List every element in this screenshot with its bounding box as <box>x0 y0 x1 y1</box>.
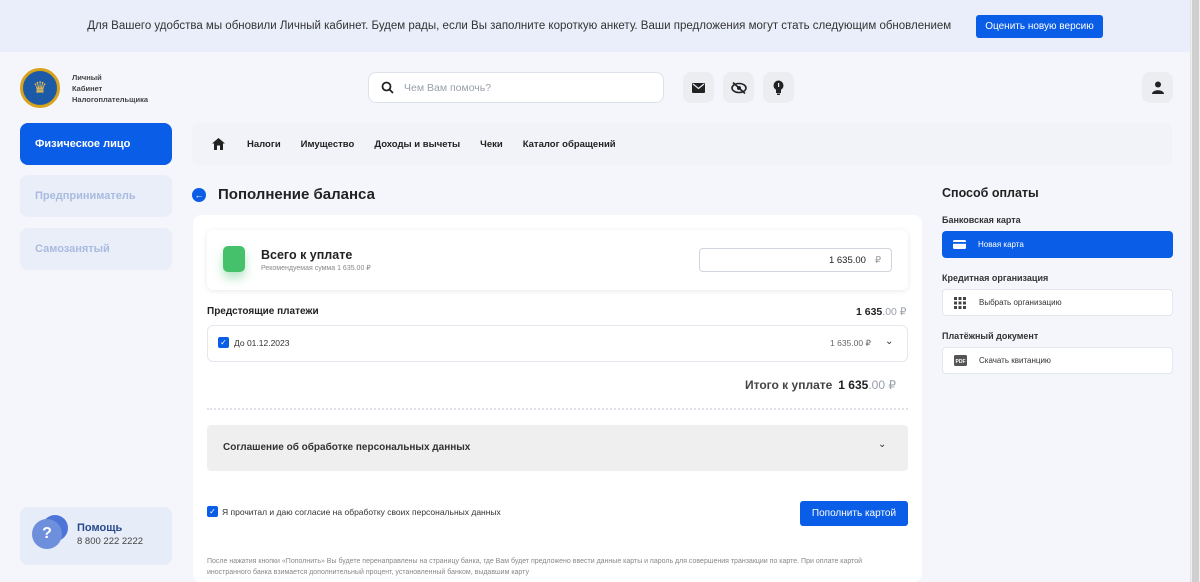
upcoming-payments-label: Предстоящие платежи <box>207 306 319 317</box>
sidebar-item-entrepreneur[interactable]: Предприниматель <box>20 175 172 217</box>
download-receipt-option[interactable]: PDF Скачать квитанцию <box>942 347 1173 374</box>
banner-text: Для Вашего удобства мы обновили Личный к… <box>87 20 952 32</box>
back-arrow-icon[interactable]: ← <box>192 188 206 202</box>
nav-receipts[interactable]: Чеки <box>480 139 503 150</box>
help-widget[interactable]: ? Помощь 8 800 222 2222 <box>20 507 172 565</box>
nav-requests-catalog[interactable]: Каталог обращений <box>523 139 616 150</box>
sidebar-item-individual[interactable]: Физическое лицо <box>20 123 172 165</box>
mail-icon <box>692 82 705 93</box>
question-icon: ? <box>32 519 62 549</box>
nav-taxes[interactable]: Налоги <box>247 139 281 150</box>
chevron-down-icon[interactable]: ⌄ <box>878 439 886 450</box>
help-phone: 8 800 222 2222 <box>77 536 144 547</box>
payment-row[interactable]: ✓ До 01.12.2023 1 635.00 ₽ ⌄ <box>207 325 908 362</box>
agreement-title: Соглашение об обработке персональных дан… <box>223 442 471 453</box>
logo-text: Личный Кабинет Налогоплательщика <box>72 72 148 105</box>
user-icon <box>1151 81 1164 94</box>
svg-text:PDF: PDF <box>955 359 965 365</box>
nav-income-deductions[interactable]: Доходы и вычеты <box>374 139 460 150</box>
consent-label: Я прочитал и даю согласие на обработку с… <box>222 507 501 517</box>
rate-new-version-button[interactable]: Оценить новую версию <box>976 14 1103 38</box>
lightbulb-icon <box>773 80 784 95</box>
logo-line1: Личный <box>72 72 102 82</box>
payment-row-amount: 1 635.00 ₽ <box>830 338 871 348</box>
search-placeholder: Чем Вам помочь? <box>404 81 492 94</box>
scrollbar-thumb[interactable] <box>1192 0 1199 582</box>
grid-icon <box>953 296 967 309</box>
footnote: После нажатия кнопки «Пополнить» Вы буде… <box>207 558 863 576</box>
wallet-icon <box>223 246 245 272</box>
credit-org-label: Кредитная организация <box>942 273 1049 283</box>
payment-checkbox[interactable]: ✓ <box>218 337 229 348</box>
amount-currency: ₽ <box>874 254 881 266</box>
emblem-icon: ♛ <box>20 68 60 108</box>
page-title: Пополнение баланса <box>218 186 375 203</box>
scrollbar[interactable] <box>1190 0 1200 582</box>
download-receipt-label: Скачать квитанцию <box>979 356 1051 365</box>
help-title: Помощь <box>77 522 123 534</box>
itogo: Итого к уплате 1 635.00 ₽ <box>745 378 896 392</box>
total-label: Всего к уплате <box>261 248 353 262</box>
chevron-down-icon[interactable]: ⌄ <box>885 336 893 347</box>
messages-button[interactable] <box>683 72 714 103</box>
upcoming-amount-int: 1 635 <box>856 306 883 318</box>
tips-button[interactable] <box>763 72 794 103</box>
itogo-amount-dec: .00 ₽ <box>868 378 896 392</box>
search-icon <box>381 81 394 94</box>
accessibility-button[interactable] <box>723 72 754 103</box>
amount-value: 1 635.00 <box>828 254 866 266</box>
logo-line2: Кабинет <box>72 83 103 93</box>
choose-organization-label: Выбрать организацию <box>979 298 1062 307</box>
new-card-option[interactable]: Новая карта <box>942 231 1173 258</box>
eye-off-icon <box>730 81 747 94</box>
pdf-icon: PDF <box>953 355 967 366</box>
consent-checkbox[interactable]: ✓ <box>207 506 218 517</box>
amount-input[interactable]: 1 635.00 ₽ <box>699 248 892 272</box>
logo-line3: Налогоплательщика <box>72 94 148 104</box>
logo[interactable]: ♛ Личный Кабинет Налогоплательщика <box>20 68 148 108</box>
pay-by-card-button[interactable]: Пополнить картой <box>800 501 908 526</box>
bank-card-label: Банковская карта <box>942 215 1021 225</box>
upcoming-amount-dec: .00 ₽ <box>882 306 907 318</box>
home-icon[interactable] <box>212 138 225 150</box>
sidebar-item-self-employed[interactable]: Самозанятый <box>20 228 172 270</box>
payment-due-label: До 01.12.2023 <box>234 338 290 348</box>
new-card-label: Новая карта <box>978 240 1024 249</box>
itogo-amount-int: 1 635 <box>838 378 869 392</box>
profile-button[interactable] <box>1142 72 1173 103</box>
search-input[interactable]: Чем Вам помочь? <box>368 72 664 103</box>
total-block: Всего к уплате Рекомендуемая сумма 1 635… <box>207 230 908 290</box>
choose-organization-option[interactable]: Выбрать организацию <box>942 289 1173 316</box>
upcoming-payments-amount: 1 635.00 ₽ <box>856 306 906 318</box>
itogo-amount: 1 635.00 ₽ <box>838 378 896 392</box>
agreement-accordion[interactable]: Соглашение об обработке персональных дан… <box>207 425 908 471</box>
card-icon <box>952 240 966 249</box>
nav-property[interactable]: Имущество <box>301 139 355 150</box>
update-banner: Для Вашего удобства мы обновили Личный к… <box>0 0 1190 52</box>
top-navigation: Налоги Имущество Доходы и вычеты Чеки Ка… <box>192 123 1172 165</box>
payment-document-label: Платёжный документ <box>942 331 1039 341</box>
itogo-label: Итого к уплате <box>745 378 833 392</box>
total-hint: Рекомендуемая сумма 1 635.00 ₽ <box>261 265 371 272</box>
payment-method-title: Способ оплаты <box>942 186 1039 200</box>
divider <box>207 408 908 410</box>
